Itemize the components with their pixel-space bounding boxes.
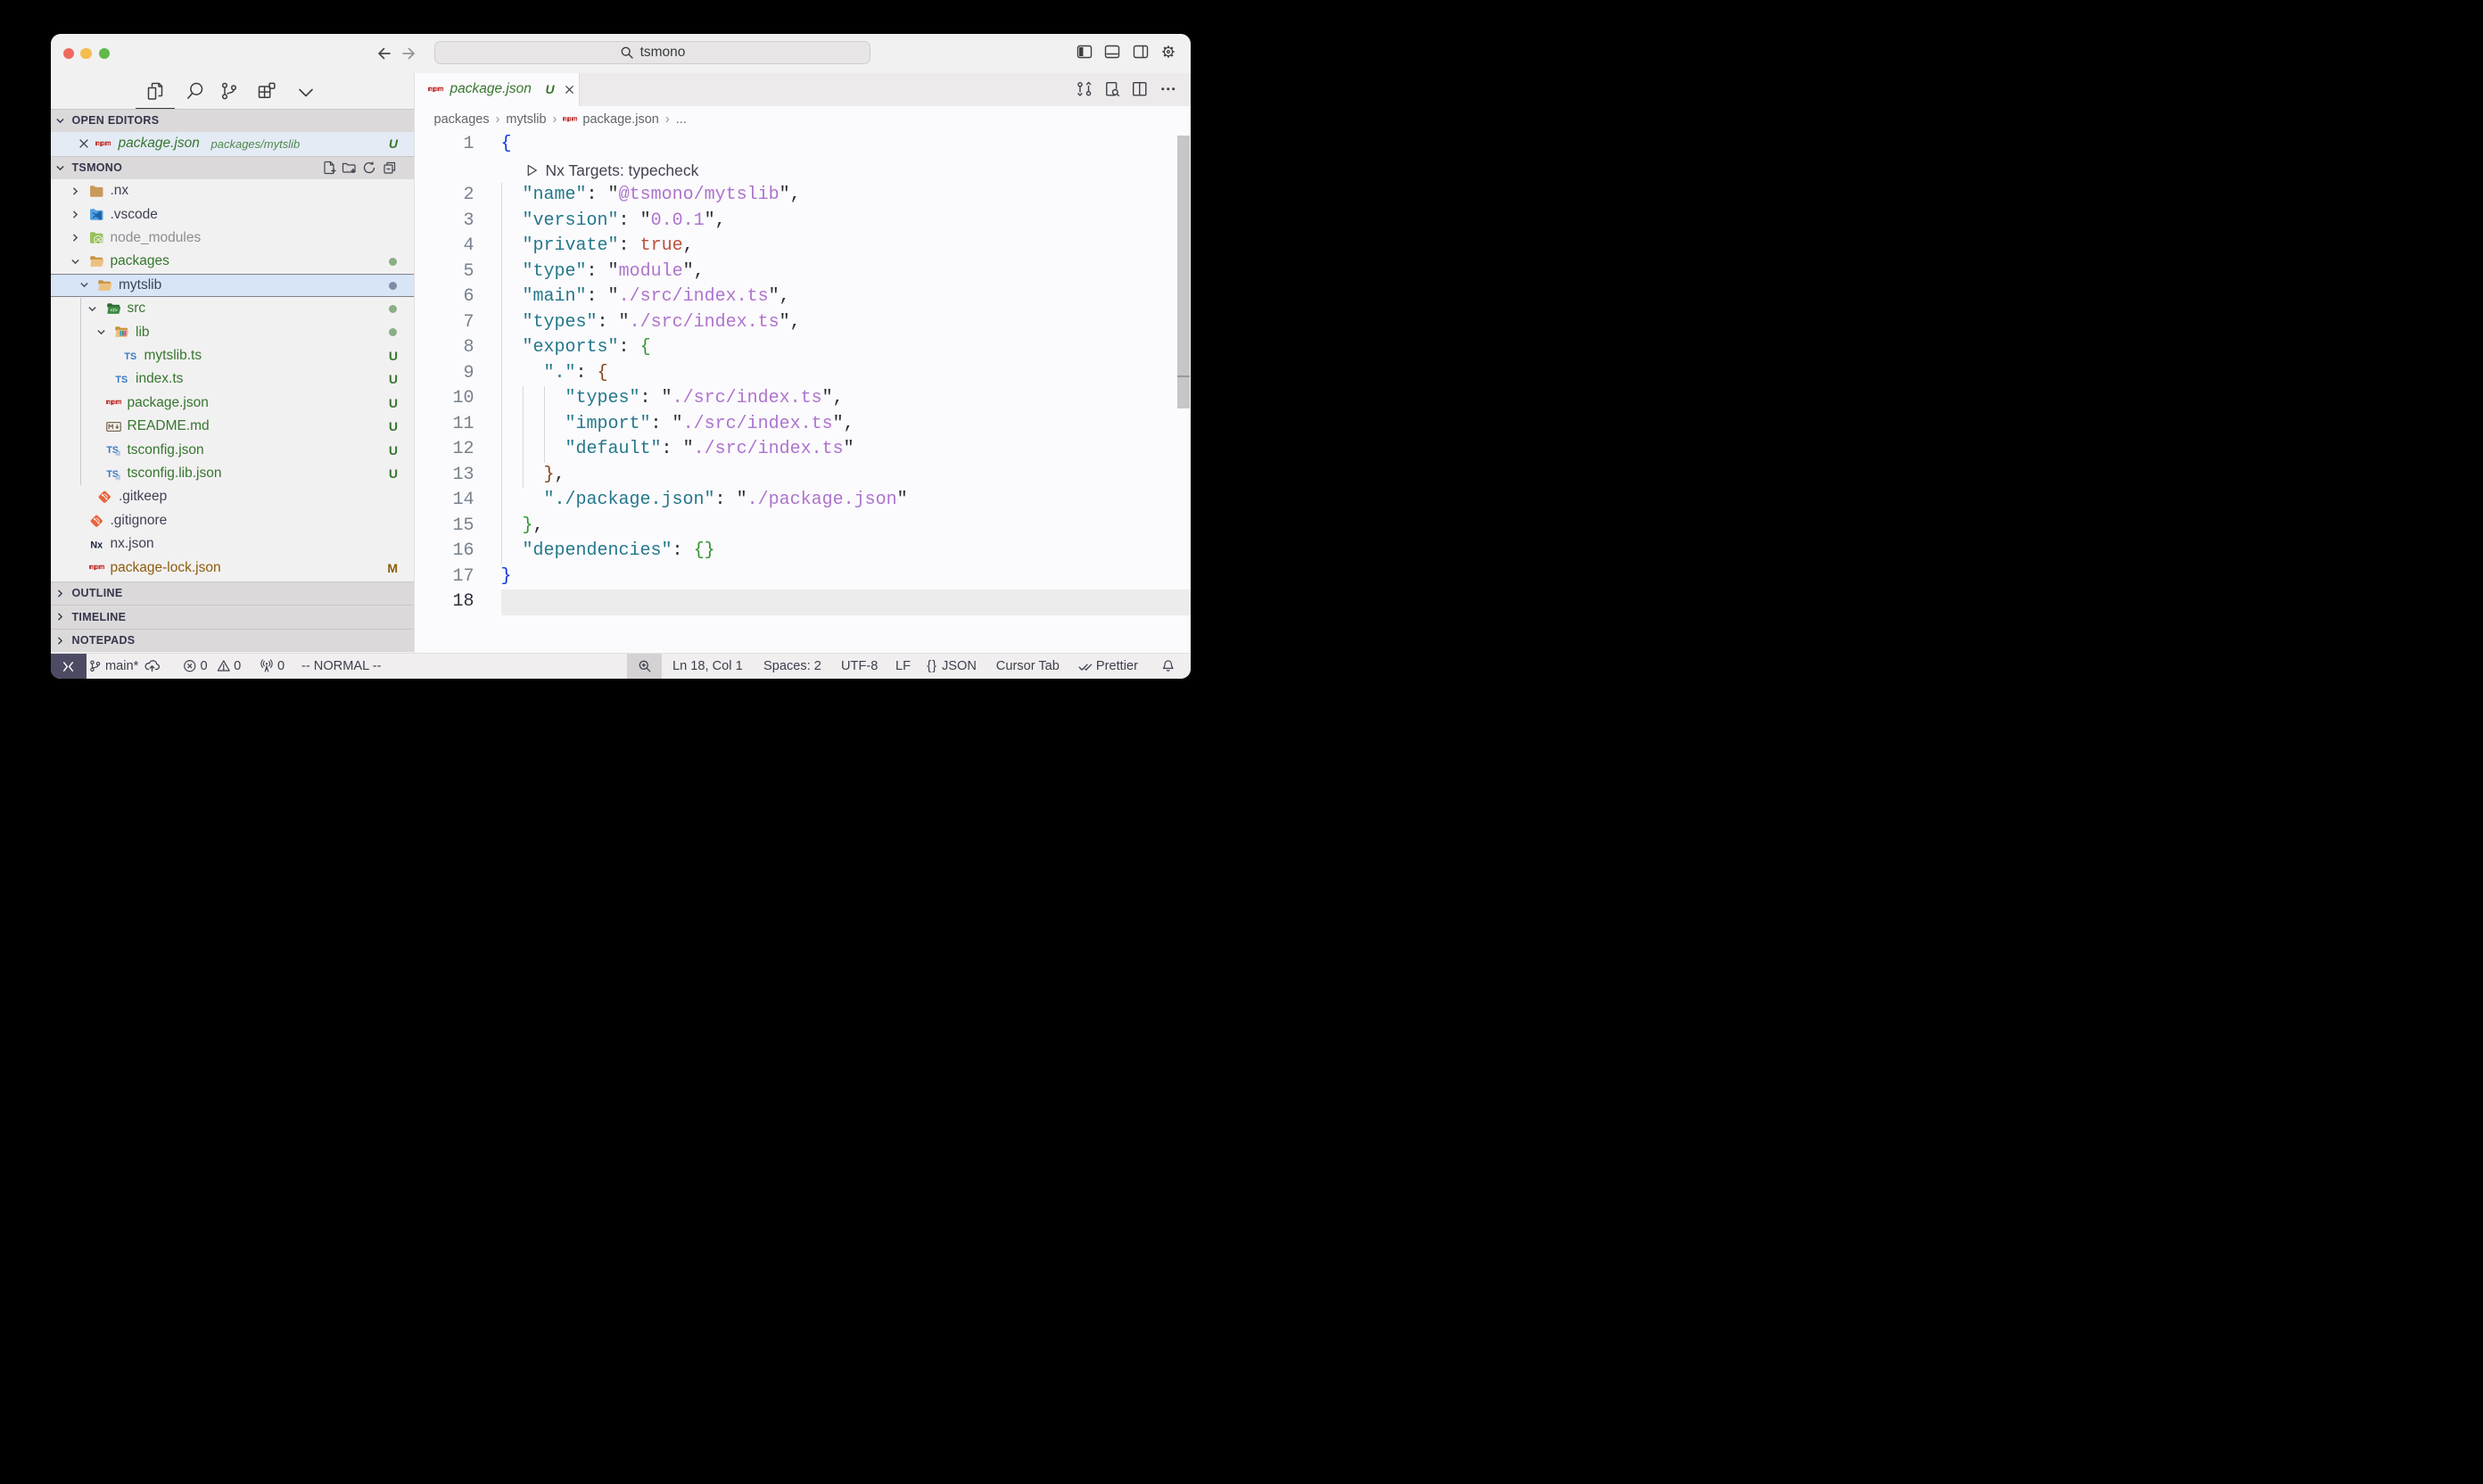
svg-text:JS: JS bbox=[95, 238, 101, 243]
svg-text:Nx: Nx bbox=[90, 540, 103, 550]
svg-text:TS: TS bbox=[115, 375, 128, 385]
svg-text:</>: </> bbox=[110, 309, 118, 314]
svg-text:TS: TS bbox=[124, 351, 136, 362]
